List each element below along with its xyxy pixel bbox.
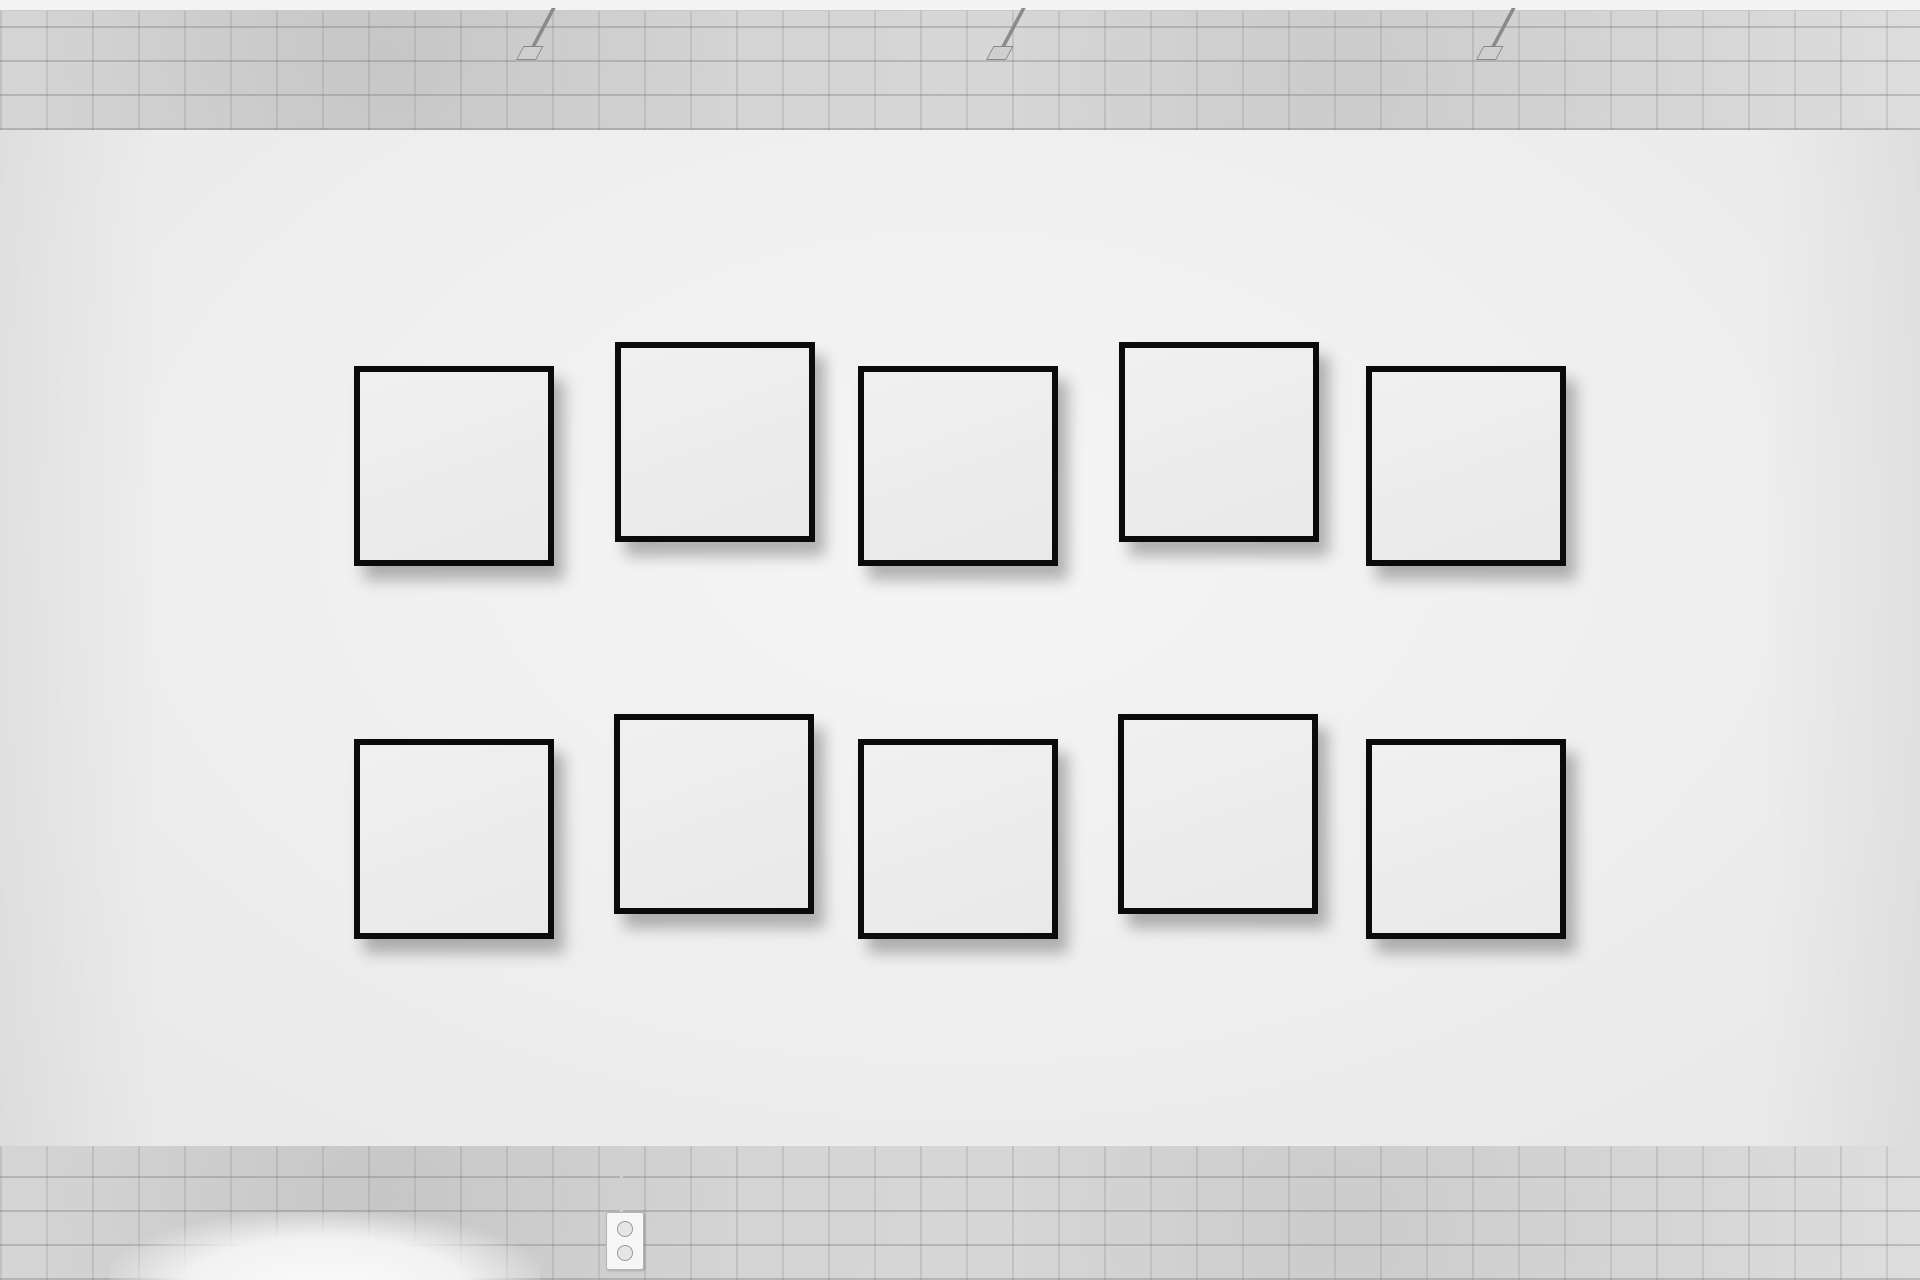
ceiling-rail: [0, 0, 1920, 11]
picture-frame: [858, 739, 1058, 939]
picture-frame: [614, 714, 814, 914]
power-outlet-icon: [606, 1212, 644, 1270]
frame-mat: [864, 372, 1052, 560]
picture-frame: [858, 366, 1058, 566]
wall-shade: [0, 130, 160, 1146]
frame-mat: [1124, 720, 1312, 908]
frame-mat: [621, 348, 809, 536]
frame-mat: [1372, 372, 1560, 560]
frame-mat: [1125, 348, 1313, 536]
picture-frame: [354, 739, 554, 939]
picture-frame: [615, 342, 815, 542]
brick-wall-top: [0, 0, 1920, 130]
socket: [617, 1245, 633, 1261]
picture-frame: [1366, 739, 1566, 939]
picture-frame: [1118, 714, 1318, 914]
frame-mat: [360, 372, 548, 560]
frame-mat: [620, 720, 808, 908]
frame-mat: [1372, 745, 1560, 933]
socket: [617, 1221, 633, 1237]
wall-shade: [1760, 130, 1920, 1146]
floor-highlight: [110, 1212, 540, 1280]
frame-mat: [360, 745, 548, 933]
picture-frame: [354, 366, 554, 566]
gallery-scene: [0, 0, 1920, 1280]
picture-frame: [1366, 366, 1566, 566]
picture-frame: [1119, 342, 1319, 542]
frame-mat: [864, 745, 1052, 933]
display-wall: [0, 130, 1920, 1146]
power-cable: [620, 1146, 627, 1216]
